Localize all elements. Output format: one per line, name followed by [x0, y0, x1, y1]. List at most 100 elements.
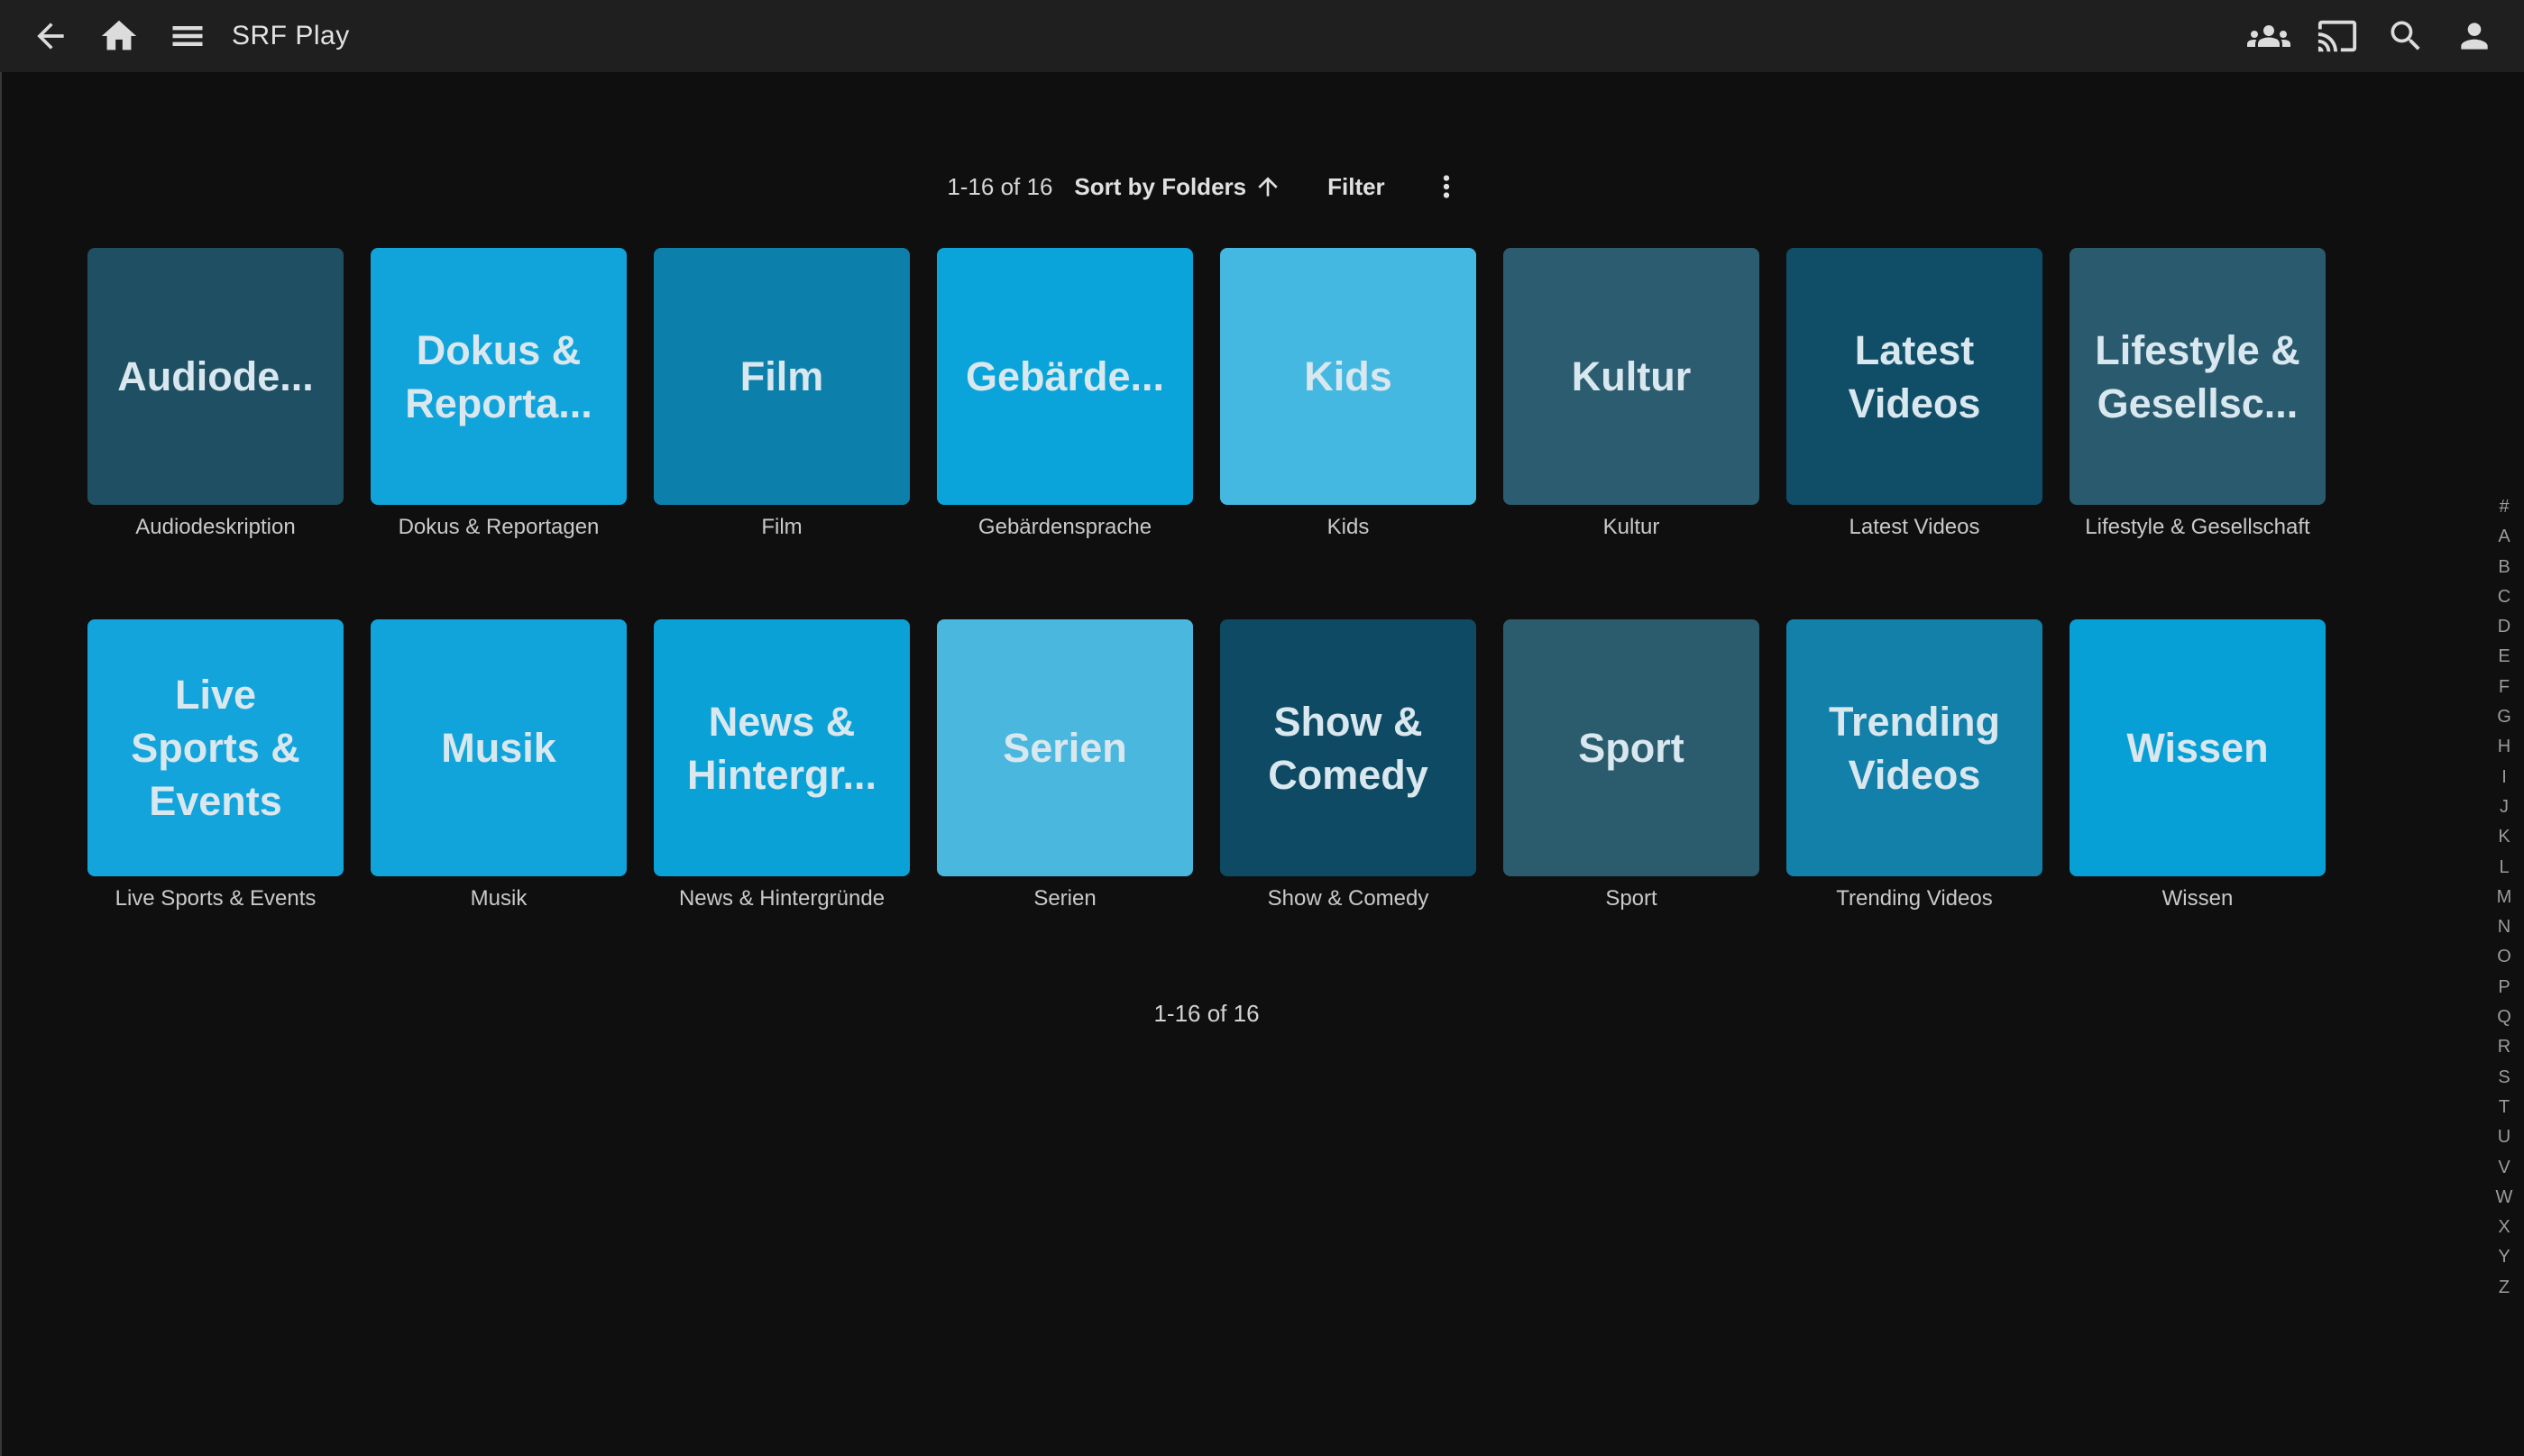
page-title: SRF Play [232, 21, 350, 51]
folder-caption: News & Hintergründe [654, 885, 910, 912]
cast-icon [2317, 15, 2358, 57]
syncplay-button[interactable] [2248, 15, 2290, 57]
folder-tile[interactable]: Kids [1220, 248, 1476, 505]
alphabet-letter[interactable]: M [2484, 883, 2524, 912]
more-options-button[interactable] [1427, 167, 1466, 206]
alphabet-letter[interactable]: C [2484, 582, 2524, 612]
folder-grid: Audiode... Audiodeskription Dokus & Report… [87, 248, 2326, 912]
folder-tile[interactable]: Kultur [1503, 248, 1759, 505]
folder-caption: Trending Videos [1786, 885, 2042, 912]
folder-tile[interactable]: Show & Comedy [1220, 619, 1476, 876]
groups-icon [2247, 14, 2290, 58]
folder-tile[interactable]: Gebärde... [937, 248, 1193, 505]
alphabet-letter[interactable]: H [2484, 732, 2524, 762]
folder-card[interactable]: Sport Sport [1503, 619, 1759, 912]
sort-button[interactable]: Sort by Folders [1074, 172, 1282, 201]
folder-caption: Musik [371, 885, 627, 912]
menu-button[interactable] [167, 15, 208, 57]
alphabet-letter[interactable]: V [2484, 1153, 2524, 1183]
alphabet-letter[interactable]: T [2484, 1093, 2524, 1122]
folder-caption: Show & Comedy [1220, 885, 1476, 912]
app-bar-left-group [30, 15, 208, 57]
folder-tile[interactable]: Film [654, 248, 910, 505]
folder-caption: Sport [1503, 885, 1759, 912]
folder-tile[interactable]: Musik [371, 619, 627, 876]
alphabet-letter[interactable]: Z [2484, 1273, 2524, 1303]
folder-caption: Dokus & Reportagen [371, 514, 627, 541]
alphabet-letter[interactable]: X [2484, 1213, 2524, 1242]
kebab-menu-icon [1429, 169, 1464, 204]
alphabet-letter[interactable]: S [2484, 1063, 2524, 1093]
folder-caption: Lifestyle & Gesellschaft [2070, 514, 2326, 541]
alphabet-letter[interactable]: B [2484, 553, 2524, 582]
folder-tile[interactable]: Latest Videos [1786, 248, 2042, 505]
alphabet-letter[interactable]: O [2484, 942, 2524, 972]
cast-button[interactable] [2317, 15, 2358, 57]
folder-caption: Gebärdensprache [937, 514, 1193, 541]
paging-count: 1-16 of 16 [947, 173, 1052, 201]
folder-caption: Latest Videos [1786, 514, 2042, 541]
alphabet-letter[interactable]: Q [2484, 1003, 2524, 1032]
alphabet-letter[interactable]: D [2484, 612, 2524, 642]
folder-card[interactable]: News & Hintergr... News & Hintergründe [654, 619, 910, 912]
folder-card[interactable]: Musik Musik [371, 619, 627, 912]
folder-card[interactable]: Show & Comedy Show & Comedy [1220, 619, 1476, 912]
folder-tile[interactable]: Sport [1503, 619, 1759, 876]
hamburger-menu-icon [168, 16, 207, 56]
home-button[interactable] [98, 15, 140, 57]
folder-card[interactable]: Latest Videos Latest Videos [1786, 248, 2042, 541]
alphabet-letter[interactable]: R [2484, 1032, 2524, 1062]
folder-card[interactable]: Kids Kids [1220, 248, 1476, 541]
search-button[interactable] [2385, 15, 2427, 57]
folder-tile[interactable]: Live Sports & Events [87, 619, 344, 876]
folder-card[interactable]: Dokus & Reporta... Dokus & Reportagen [371, 248, 627, 541]
alphabet-letter[interactable]: G [2484, 702, 2524, 732]
arrow-back-icon [31, 16, 70, 56]
srf-play-library-page: SRF Play [0, 0, 2524, 1456]
folder-caption: Kids [1220, 514, 1476, 541]
folder-card[interactable]: Trending Videos Trending Videos [1786, 619, 2042, 912]
folder-caption: Audiodeskription [87, 514, 344, 541]
alphabet-letter[interactable]: P [2484, 973, 2524, 1003]
folder-card[interactable]: Wissen Wissen [2070, 619, 2326, 912]
alphabet-letter[interactable]: # [2484, 492, 2524, 522]
alphabet-letter[interactable]: U [2484, 1122, 2524, 1152]
sort-ascending-arrow-icon [1246, 172, 1282, 201]
alphabet-letter[interactable]: K [2484, 822, 2524, 852]
alphabet-letter[interactable]: E [2484, 642, 2524, 672]
alphabet-letter[interactable]: J [2484, 792, 2524, 822]
app-bar-right-group [2248, 15, 2495, 57]
alphabet-letter[interactable]: Y [2484, 1242, 2524, 1272]
folder-tile[interactable]: Serien [937, 619, 1193, 876]
folder-card[interactable]: Gebärde... Gebärdensprache [937, 248, 1193, 541]
folder-caption: Kultur [1503, 514, 1759, 541]
folder-tile[interactable]: Dokus & Reporta... [371, 248, 627, 505]
folder-caption: Live Sports & Events [87, 885, 344, 912]
alphabet-picker: #ABCDEFGHIJKLMNOPQRSTUVWXYZ [2484, 492, 2524, 1303]
alphabet-letter[interactable]: A [2484, 522, 2524, 552]
library-toolbar: 1-16 of 16 Sort by Folders Filter [87, 162, 2326, 211]
folder-tile[interactable]: News & Hintergr... [654, 619, 910, 876]
folder-card[interactable]: Film Film [654, 248, 910, 541]
folder-caption: Wissen [2070, 885, 2326, 912]
folder-tile[interactable]: Lifestyle & Gesellsc... [2070, 248, 2326, 505]
home-icon [98, 15, 140, 57]
folder-tile[interactable]: Trending Videos [1786, 619, 2042, 876]
alphabet-letter[interactable]: W [2484, 1183, 2524, 1213]
user-button[interactable] [2454, 15, 2495, 57]
alphabet-letter[interactable]: F [2484, 673, 2524, 702]
folder-card[interactable]: Audiode... Audiodeskription [87, 248, 344, 541]
alphabet-letter[interactable]: L [2484, 853, 2524, 883]
alphabet-letter[interactable]: I [2484, 763, 2524, 792]
folder-tile[interactable]: Wissen [2070, 619, 2326, 876]
back-button[interactable] [30, 15, 71, 57]
folder-card[interactable]: Lifestyle & Gesellsc... Lifestyle & Gesel… [2070, 248, 2326, 541]
folder-card[interactable]: Live Sports & Events Live Sports & Events [87, 619, 344, 912]
folder-card[interactable]: SerienSerien [937, 619, 1193, 912]
filter-button[interactable]: Filter [1327, 173, 1385, 201]
folder-caption: Film [654, 514, 910, 541]
sort-button-label: Sort by Folders [1074, 173, 1246, 201]
folder-card[interactable]: Kultur Kultur [1503, 248, 1759, 541]
folder-tile[interactable]: Audiode... [87, 248, 344, 505]
alphabet-letter[interactable]: N [2484, 912, 2524, 942]
